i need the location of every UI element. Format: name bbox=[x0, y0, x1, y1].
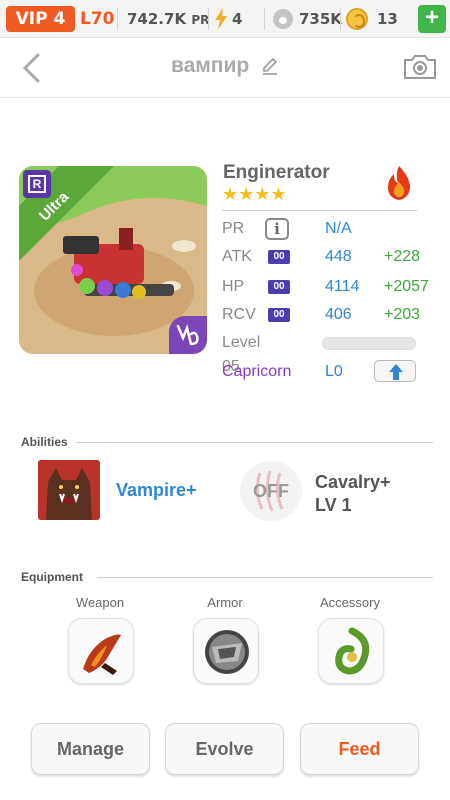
page-title: вампир bbox=[170, 54, 250, 77]
stat-label: PR bbox=[222, 220, 245, 237]
hero-portrait[interactable]: Ultra R bbox=[19, 166, 207, 354]
divider bbox=[76, 442, 433, 443]
level-progress-bar bbox=[322, 337, 416, 350]
power-rating-value: 742.7K bbox=[127, 10, 187, 28]
zodiac-corner bbox=[169, 316, 207, 354]
secondary-ability: Cavalry+ LV 1 bbox=[315, 471, 391, 517]
abilities-title: Abilities bbox=[21, 435, 68, 449]
stat-value: 4114 bbox=[325, 278, 360, 295]
lightning-icon bbox=[215, 8, 227, 30]
stat-bonus: +228 bbox=[384, 248, 421, 265]
evolve-button[interactable]: Evolve bbox=[165, 723, 284, 775]
arrow-up-icon bbox=[389, 364, 403, 380]
page-title-container: вампир bbox=[0, 54, 450, 78]
status-bar: VIP 4 L70 742.7K PR 4 735K 13 + bbox=[0, 0, 450, 38]
hero-name: Enginerator bbox=[223, 162, 330, 183]
stat-value: 448 bbox=[325, 248, 352, 265]
armor-label: Armor bbox=[207, 595, 243, 610]
divider bbox=[340, 8, 341, 30]
zodiac-level: L0 bbox=[325, 363, 343, 380]
divider bbox=[222, 210, 417, 211]
camera-icon[interactable] bbox=[402, 52, 438, 82]
weapon-label: Weapon bbox=[75, 595, 125, 610]
primary-ability-name[interactable]: Vampire+ bbox=[116, 480, 197, 501]
manage-button[interactable]: Manage bbox=[31, 723, 150, 775]
stat-bonus: +203 bbox=[384, 306, 421, 323]
fire-element-icon bbox=[388, 166, 410, 200]
rank-badge-letter: R bbox=[28, 175, 46, 193]
page-header: вампир bbox=[0, 38, 450, 98]
stat-label: HP bbox=[222, 278, 245, 295]
info-icon[interactable]: i bbox=[265, 218, 289, 240]
add-coins-button[interactable]: + bbox=[418, 5, 446, 33]
vip-badge[interactable]: VIP 4 bbox=[6, 6, 75, 32]
upgrade-zodiac-button[interactable] bbox=[374, 360, 416, 382]
energy-count: 4 bbox=[232, 10, 243, 28]
capricorn-icon bbox=[176, 323, 199, 346]
stat-label: RCV bbox=[222, 306, 256, 323]
paw-count: 735K bbox=[299, 10, 342, 28]
accessory-label: Accessory bbox=[320, 595, 380, 610]
divider bbox=[208, 8, 209, 30]
weapon-slot[interactable] bbox=[68, 618, 134, 684]
divider bbox=[97, 577, 433, 578]
secondary-ability-level: LV 1 bbox=[315, 495, 352, 515]
rank-badge: R bbox=[23, 170, 51, 198]
divider bbox=[117, 8, 118, 30]
equipment-title: Equipment bbox=[21, 570, 83, 584]
wolf-icon bbox=[38, 460, 100, 520]
stat-badge: 00 bbox=[268, 308, 290, 322]
coin-icon bbox=[346, 8, 368, 30]
stat-value: 406 bbox=[325, 306, 352, 323]
zodiac-label[interactable]: Capricorn bbox=[222, 360, 291, 384]
player-level: L70 bbox=[80, 9, 115, 29]
secondary-ability-name: Cavalry+ bbox=[315, 472, 391, 492]
hero-stars: ★★★★ bbox=[222, 184, 287, 204]
stat-bonus: +2057 bbox=[384, 278, 429, 295]
weapon-icon bbox=[83, 634, 121, 675]
paw-icon bbox=[273, 9, 293, 29]
armor-icon bbox=[205, 630, 249, 674]
secondary-ability-state: OFF bbox=[253, 481, 289, 501]
feed-button[interactable]: Feed bbox=[300, 723, 419, 775]
power-rating-label: PR bbox=[191, 13, 210, 27]
armor-slot[interactable] bbox=[193, 618, 259, 684]
divider bbox=[264, 8, 265, 30]
stat-value: N/A bbox=[325, 220, 352, 237]
vampire-ability-icon[interactable] bbox=[38, 460, 100, 520]
stat-badge: 00 bbox=[268, 250, 290, 264]
accessory-slot[interactable] bbox=[318, 618, 384, 684]
edit-pencil-icon[interactable] bbox=[261, 57, 279, 76]
coin-count: 13 bbox=[377, 10, 398, 28]
stat-badge: 00 bbox=[268, 280, 290, 294]
accessory-icon bbox=[335, 627, 370, 675]
power-rating: 742.7K PR bbox=[127, 6, 209, 32]
stat-label: ATK bbox=[222, 248, 252, 265]
